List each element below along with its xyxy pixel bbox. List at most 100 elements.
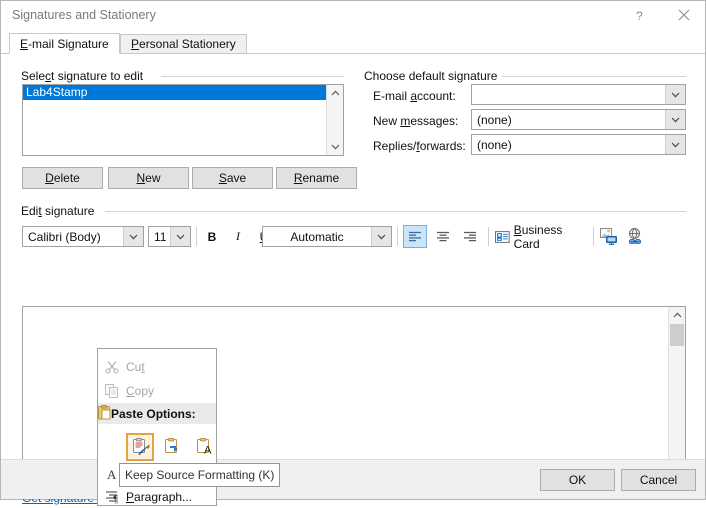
signatures-and-stationery-dialog: Signatures and Stationery ? E-mail Signa… (0, 0, 706, 500)
new-button[interactable]: New (108, 167, 189, 189)
title-bar: Signatures and Stationery ? (1, 1, 705, 29)
ok-button-label: OK (569, 473, 586, 487)
business-card-label: Business Card (514, 223, 590, 251)
font-color-combo[interactable]: Automatic (262, 226, 392, 247)
scroll-down-icon[interactable] (327, 139, 343, 155)
italic-button-label: I (236, 229, 240, 244)
tab-personal-stationery[interactable]: Personal Stationery (120, 34, 247, 54)
svg-text:A: A (204, 444, 212, 456)
chevron-down-icon[interactable] (123, 227, 143, 246)
new-messages-combo[interactable]: (none) (471, 109, 686, 130)
svg-text:?: ? (636, 9, 643, 22)
help-icon[interactable]: ? (619, 1, 662, 29)
font-size-combo[interactable]: 11 (148, 226, 191, 247)
svg-text:¶: ¶ (113, 494, 118, 504)
new-button-label: New (136, 171, 160, 185)
tab-email-signature-label: E-mail Signature (20, 37, 109, 51)
paste-keep-text-only-button[interactable]: A (190, 433, 218, 461)
replies-forwards-label: Replies/forwards: (373, 139, 466, 153)
close-icon[interactable] (662, 1, 705, 29)
dialog-body: Select signature to edit Lab4Stamp Delet… (1, 54, 705, 460)
paste-option-tooltip: Keep Source Formatting (K) (119, 463, 280, 487)
list-item[interactable]: Lab4Stamp (23, 85, 326, 100)
align-right-icon (463, 231, 477, 242)
email-account-label: E-mail account: (373, 89, 456, 103)
new-messages-value: (none) (472, 113, 665, 127)
paste-merge-formatting-button[interactable] (158, 433, 186, 461)
signature-list-scrollbar[interactable] (326, 85, 343, 155)
chevron-down-icon[interactable] (665, 110, 685, 129)
new-messages-label: New messages: (373, 114, 458, 128)
context-menu-item-paragraph[interactable]: ¶ Paragraph... (98, 485, 216, 508)
bold-button[interactable]: B (201, 226, 223, 247)
paragraph-icon: ¶ (98, 485, 126, 508)
align-left-icon (408, 231, 422, 242)
context-menu-item-copy-label: Copy (126, 384, 154, 398)
save-button[interactable]: Save (192, 167, 273, 189)
italic-button[interactable]: I (227, 226, 249, 247)
tab-personal-stationery-label: Personal Stationery (131, 37, 236, 51)
context-menu-item-paragraph-label: Paragraph... (126, 490, 192, 504)
business-card-icon (495, 231, 510, 243)
save-button-label: Save (219, 171, 246, 185)
font-size-value: 11 (149, 230, 170, 244)
replies-forwards-value: (none) (472, 138, 665, 152)
hyperlink-icon (625, 228, 644, 245)
editor-scroll-thumb[interactable] (670, 324, 684, 346)
keep-source-formatting-icon (131, 438, 150, 457)
merge-formatting-icon (163, 438, 182, 457)
email-account-combo[interactable] (471, 84, 686, 105)
paste-options-row: A (126, 433, 218, 461)
tab-strip: E-mail Signature Personal Stationery (1, 29, 705, 54)
chevron-down-icon[interactable] (665, 85, 685, 104)
select-signature-group-line (161, 76, 344, 77)
align-center-icon (436, 231, 450, 242)
replies-forwards-combo[interactable]: (none) (471, 134, 686, 155)
font-family-combo[interactable]: Calibri (Body) (22, 226, 144, 247)
bold-button-label: B (208, 230, 217, 244)
default-signature-group-line (498, 76, 686, 77)
delete-button[interactable]: Delete (22, 167, 103, 189)
align-left-button[interactable] (403, 225, 427, 248)
paste-keep-source-formatting-button[interactable] (126, 433, 154, 461)
signature-listbox[interactable]: Lab4Stamp (22, 84, 344, 156)
svg-text:A: A (107, 467, 117, 481)
scroll-up-icon[interactable] (669, 307, 685, 323)
ok-button[interactable]: OK (540, 469, 615, 491)
context-menu-item-copy[interactable]: Copy (98, 379, 216, 402)
copy-icon (98, 379, 126, 402)
align-center-button[interactable] (431, 225, 455, 248)
keep-text-only-icon: A (195, 438, 214, 457)
default-signature-group-label: Choose default signature (364, 69, 502, 83)
cancel-button-label: Cancel (640, 473, 677, 487)
paste-options-label: Paste Options: (111, 407, 196, 421)
picture-icon (600, 228, 618, 245)
toolbar-separator (593, 227, 594, 246)
toolbar-separator (196, 227, 197, 246)
paste-options-header: Paste Options: (98, 403, 216, 424)
align-right-button[interactable] (458, 225, 482, 248)
insert-picture-button[interactable] (597, 224, 621, 248)
scroll-up-icon[interactable] (327, 85, 343, 101)
business-card-button[interactable]: Business Card (495, 225, 590, 248)
font-color-value: Automatic (263, 230, 371, 244)
font-family-value: Calibri (Body) (23, 230, 123, 244)
chevron-down-icon[interactable] (371, 227, 391, 246)
chevron-down-icon[interactable] (665, 135, 685, 154)
rename-button[interactable]: Rename (276, 167, 357, 189)
toolbar-separator (488, 227, 489, 246)
window-title: Signatures and Stationery (12, 8, 156, 22)
edit-signature-group-label: Edit signature (21, 204, 99, 218)
rename-button-label: Rename (294, 171, 339, 185)
context-menu-item-cut[interactable]: Cut (98, 355, 216, 378)
select-signature-group-label: Select signature to edit (21, 69, 148, 83)
insert-hyperlink-button[interactable] (622, 224, 646, 248)
tab-email-signature[interactable]: E-mail Signature (9, 33, 120, 54)
clipboard-icon (98, 405, 111, 423)
cancel-button[interactable]: Cancel (621, 469, 696, 491)
edit-signature-group-line (105, 211, 686, 212)
chevron-down-icon[interactable] (170, 227, 190, 246)
toolbar-separator (397, 227, 398, 246)
delete-button-label: Delete (45, 171, 80, 185)
scissors-icon (98, 355, 126, 378)
